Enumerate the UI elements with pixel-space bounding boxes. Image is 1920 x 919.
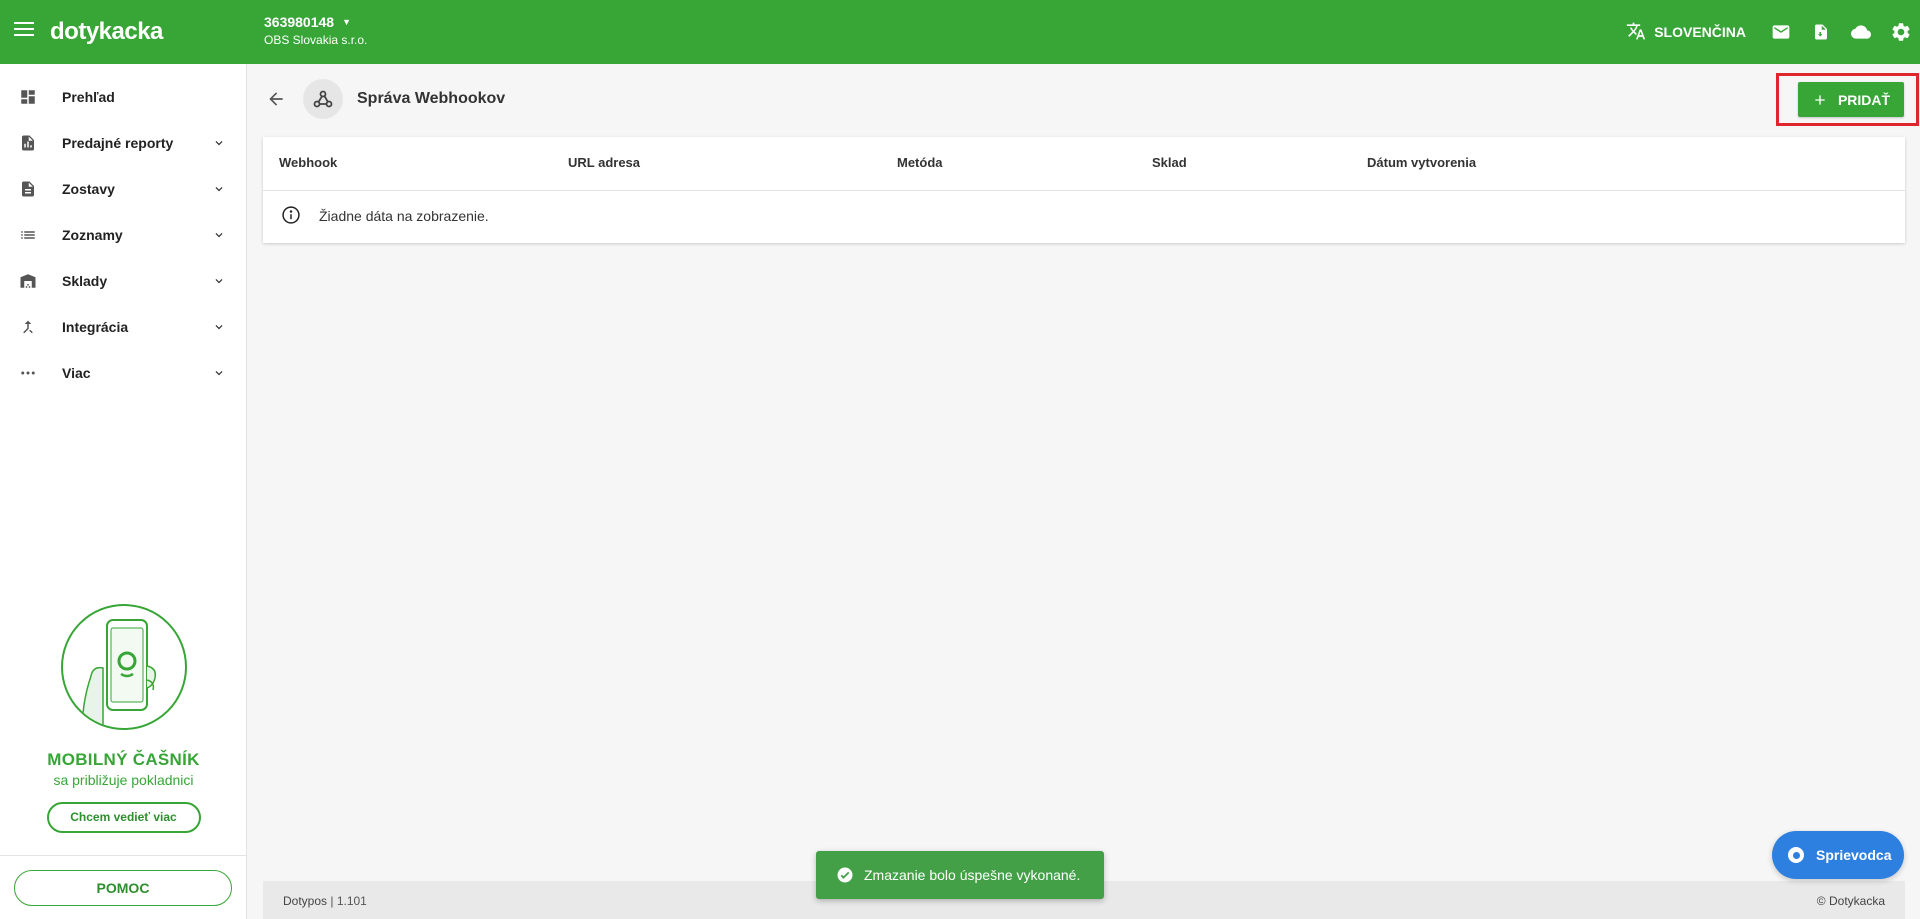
guide-icon <box>1788 847 1804 863</box>
chevron-down-icon <box>215 325 223 330</box>
cloud-icon[interactable] <box>1850 21 1872 43</box>
menu-icon[interactable] <box>14 22 34 42</box>
empty-message: Žiadne dáta na zobrazenie. <box>319 208 489 224</box>
phone-illustration <box>60 604 187 730</box>
sidebar-item-label: Zostavy <box>62 181 115 197</box>
sidebar-item-sklady[interactable]: Sklady <box>0 258 246 304</box>
account-selector[interactable]: 363980148 ▼ OBS Slovakia s.r.o. <box>264 14 367 47</box>
sidebar-item-label: Zoznamy <box>62 227 123 243</box>
language-selector[interactable]: SLOVENČINA <box>1626 21 1746 44</box>
language-label: SLOVENČINA <box>1654 24 1746 40</box>
footer-app-name: Dotypos <box>283 894 328 908</box>
column-header-webhook[interactable]: Webhook <box>279 155 337 170</box>
translate-icon <box>1626 21 1646 44</box>
more-icon <box>18 364 38 382</box>
sidebar-item-viac[interactable]: Viac <box>0 350 246 396</box>
sidebar-item-predajne-reporty[interactable]: Predajné reporty <box>0 120 246 166</box>
document-icon <box>18 180 38 198</box>
sidebar-item-label: Sklady <box>62 273 108 289</box>
column-header-warehouse[interactable]: Sklad <box>1152 155 1187 170</box>
sidebar-item-label: Integrácia <box>62 319 129 335</box>
page-title: Správa Webhookov <box>357 90 506 107</box>
gear-icon[interactable] <box>1890 21 1912 43</box>
plus-icon <box>1815 94 1825 105</box>
back-arrow-icon[interactable] <box>263 86 289 112</box>
sidebar-item-label: Predajné reporty <box>62 135 174 151</box>
webhook-icon <box>303 79 343 119</box>
merge-icon <box>18 318 38 336</box>
guide-label: Sprievodca <box>1816 847 1892 863</box>
warehouse-icon <box>18 272 38 290</box>
account-name: OBS Slovakia s.r.o. <box>264 33 368 47</box>
sidebar-item-zoznamy[interactable]: Zoznamy <box>0 212 246 258</box>
table-header: Webhook URL adresa Metóda Sklad Dátum vy… <box>263 137 1905 191</box>
mail-icon[interactable] <box>1770 21 1792 43</box>
page-header: Správa Webhookov <box>263 77 505 121</box>
list-icon <box>18 226 38 244</box>
webhooks-table: Webhook URL adresa Metóda Sklad Dátum vy… <box>263 137 1905 243</box>
footer-version: | 1.101 <box>330 894 367 908</box>
sidebar-item-zostavy[interactable]: Zostavy <box>0 166 246 212</box>
info-icon <box>282 206 300 224</box>
report-icon <box>18 134 38 152</box>
success-toast: Zmazanie bolo úspešne vykonané. <box>816 851 1104 899</box>
column-header-created[interactable]: Dátum vytvorenia <box>1367 155 1476 170</box>
promo-banner: MOBILNÝ ČAŠNÍK sa približuje pokladnici … <box>0 604 247 833</box>
promo-title: MOBILNÝ ČAŠNÍK <box>47 750 200 769</box>
logo[interactable]: dotykacka <box>50 18 163 46</box>
guide-button[interactable]: Sprievodca <box>1772 831 1904 879</box>
sidebar: Prehľad Predajné reporty Zostavy Zoznamy… <box>0 64 247 919</box>
chevron-down-icon <box>215 371 223 376</box>
chevron-down-icon <box>215 187 223 192</box>
footer-copyright: © Dotykacka <box>1816 894 1885 908</box>
sidebar-item-integracia[interactable]: Integrácia <box>0 304 246 350</box>
column-header-url[interactable]: URL adresa <box>568 155 640 170</box>
chevron-down-icon <box>215 279 223 284</box>
add-button-label: PRIDAŤ <box>1837 91 1891 108</box>
promo-subtitle: sa približuje pokladnici <box>53 772 194 788</box>
add-button[interactable]: PRIDAŤ <box>1798 82 1904 117</box>
learn-more-button[interactable]: Chcem vedieť viac <box>46 802 201 833</box>
check-circle-icon <box>837 867 853 883</box>
toast-message: Zmazanie bolo úspešne vykonané. <box>864 867 1081 883</box>
help-button[interactable]: POMOC <box>14 870 232 906</box>
chevron-down-icon <box>215 141 223 146</box>
sidebar-item-label: Prehľad <box>62 89 115 105</box>
account-id: 363980148 <box>264 14 335 30</box>
dashboard-icon <box>18 88 38 106</box>
top-bar: dotykacka 363980148 ▼ OBS Slovakia s.r.o.… <box>0 0 1920 64</box>
chevron-down-icon <box>215 233 223 238</box>
sidebar-item-prehlad[interactable]: Prehľad <box>0 74 246 120</box>
caret-down-icon: ▼ <box>342 17 351 27</box>
sidebar-item-label: Viac <box>62 365 91 381</box>
empty-row: Žiadne dáta na zobrazenie. <box>263 191 1905 242</box>
column-header-method[interactable]: Metóda <box>897 155 943 170</box>
divider <box>0 855 247 856</box>
document-icon[interactable] <box>1810 21 1832 43</box>
